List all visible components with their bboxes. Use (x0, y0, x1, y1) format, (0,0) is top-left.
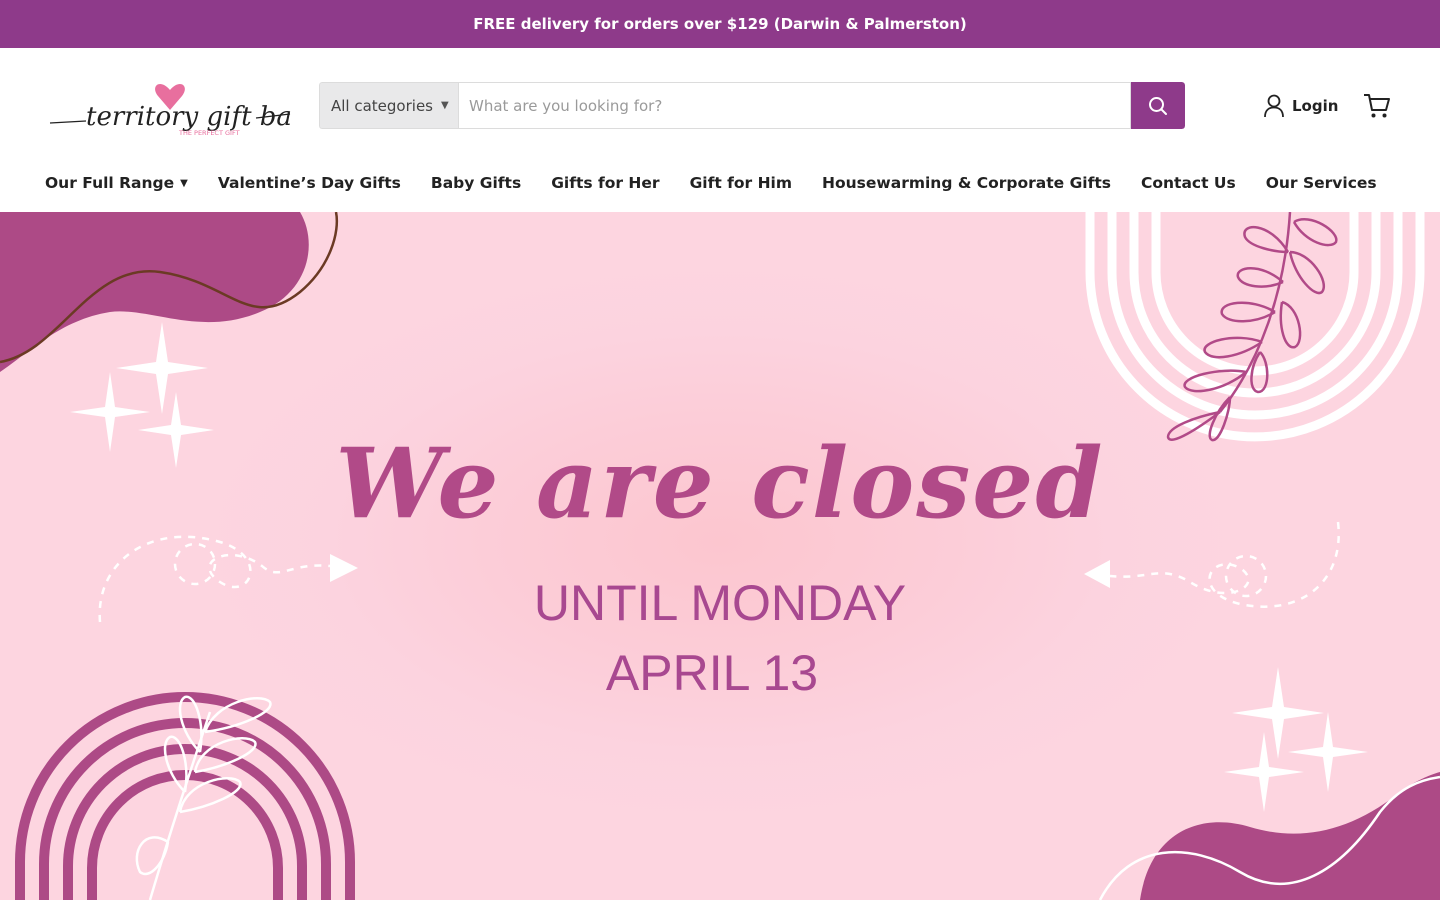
login-label: Login (1292, 97, 1339, 115)
hero-subline-1: UNTIL MONDAY (533, 575, 907, 631)
main-nav: Our Full Range ▼ Valentine’s Day Gifts B… (45, 168, 1407, 198)
search-button[interactable] (1131, 82, 1185, 129)
logo-wordmark: territory gift baskets (86, 102, 292, 132)
site-header: territory gift baskets THE PERFECT GIFT … (0, 48, 1440, 212)
logo-graphic: territory gift baskets THE PERFECT GIFT (49, 83, 360, 137)
chevron-down-icon: ▼ (180, 177, 188, 189)
hero-decoration (0, 212, 1440, 900)
nav-item-label: Our Full Range (45, 174, 175, 192)
logo-tagline: THE PERFECT GIFT (178, 129, 240, 137)
category-select-label: All categories (331, 96, 433, 115)
category-select[interactable]: All categories ▼ (319, 82, 458, 129)
nav-item-valentines-day-gifts[interactable]: Valentine’s Day Gifts (218, 174, 401, 192)
nav-item-housewarming-corporate[interactable]: Housewarming & Corporate Gifts (822, 174, 1111, 192)
search-icon (1149, 96, 1167, 115)
nav-item-label: Gifts for Her (551, 174, 660, 192)
chevron-down-icon: ▼ (441, 100, 449, 111)
search-input[interactable] (458, 82, 1131, 129)
nav-item-our-services[interactable]: Our Services (1266, 174, 1377, 192)
nav-item-gifts-for-her[interactable]: Gifts for Her (551, 174, 659, 192)
nav-item-gift-for-him[interactable]: Gift for Him (690, 174, 792, 192)
nav-item-label: Valentine’s Day Gifts (217, 174, 401, 192)
hero-banner[interactable]: We are closed UNTIL MONDAY APRIL 13 (0, 212, 1440, 900)
announcement-bar: FREE delivery for orders over $129 (Darw… (0, 0, 1440, 48)
nav-item-baby-gifts[interactable]: Baby Gifts (431, 174, 521, 192)
nav-item-label: Housewarming & Corporate Gifts (822, 174, 1111, 192)
nav-item-contact-us[interactable]: Contact Us (1141, 174, 1236, 192)
announcement-text: FREE delivery for orders over $129 (Darw… (473, 15, 967, 33)
hero-heading: We are closed (335, 427, 1105, 540)
user-icon (1264, 94, 1284, 118)
cart-icon (1364, 94, 1390, 118)
search-bar: All categories ▼ (319, 82, 1185, 129)
nav-item-label: Baby Gifts (430, 174, 522, 192)
nav-item-our-full-range[interactable]: Our Full Range ▼ (45, 174, 188, 192)
nav-item-label: Gift for Him (689, 174, 793, 192)
nav-item-label: Contact Us (1140, 174, 1236, 192)
login-link[interactable]: Login (1263, 93, 1338, 119)
cart-button[interactable] (1362, 92, 1392, 124)
hero-subline-2: APRIL 13 (605, 645, 819, 701)
nav-item-label: Our Services (1265, 174, 1377, 192)
brand-logo[interactable]: territory gift baskets THE PERFECT GIFT (46, 68, 360, 148)
